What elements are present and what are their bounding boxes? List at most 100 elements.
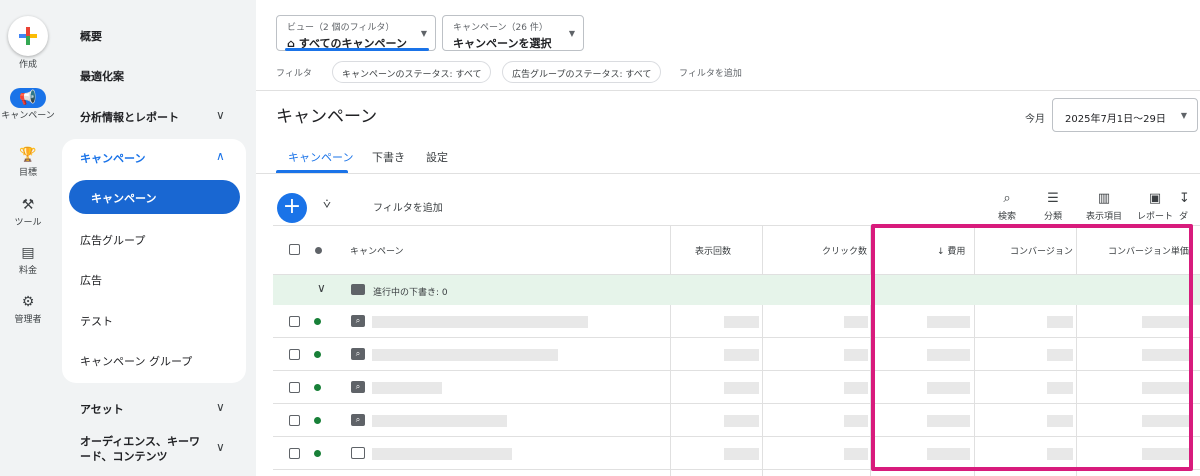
chip-adgroup-status[interactable]: 広告グループのステータス: すべて: [502, 61, 662, 83]
nav-experiments[interactable]: テスト: [80, 313, 113, 329]
row-checkbox[interactable]: [289, 415, 300, 426]
date-range-value: 2025年7月1日〜29日: [1065, 114, 1166, 125]
tool-segment-label: 分類: [1043, 212, 1062, 222]
tab-drafts[interactable]: 下書き: [372, 149, 405, 165]
dropdown-arrow-icon: ▼: [1180, 111, 1187, 120]
view-underline: [285, 48, 429, 51]
status-enabled-dot: [314, 351, 321, 358]
view-caption: ビュー（2 個のフィルタ）: [287, 23, 395, 33]
campaign-name-placeholder: [372, 316, 588, 328]
add-campaign-button[interactable]: +: [277, 193, 307, 223]
nav-group-title[interactable]: キャンペーン: [80, 150, 145, 166]
status-enabled-dot: [314, 450, 321, 457]
segment-icon: ☰: [1047, 191, 1059, 206]
chevron-down-icon[interactable]: ∨: [216, 440, 225, 454]
filter-label: フィルタ: [276, 69, 312, 79]
create-button[interactable]: [8, 16, 48, 56]
col-clicks[interactable]: クリック数: [822, 244, 867, 257]
col-impressions[interactable]: 表示回数: [695, 244, 731, 257]
row-checkbox[interactable]: [289, 316, 300, 327]
campaign-caption: キャンペーン（26 件）: [453, 23, 548, 33]
nav-audiences[interactable]: オーディエンス、キーワード、コンテンツ: [80, 434, 210, 464]
nav-ads[interactable]: 広告: [80, 272, 102, 288]
dropdown-arrow-icon: ▼: [568, 29, 575, 38]
search-icon: ⌕: [351, 348, 365, 360]
rail-label-admin: 管理者: [14, 315, 42, 325]
search-icon: ⌕: [351, 414, 365, 426]
tab-settings[interactable]: 設定: [426, 149, 448, 165]
campaign-name-placeholder: [372, 349, 558, 361]
report-icon: ▣: [1148, 191, 1162, 206]
tool-reports-label: レポート: [1136, 212, 1173, 222]
tool-segment[interactable]: ☰ 分類: [1033, 191, 1073, 222]
row-checkbox[interactable]: [289, 382, 300, 393]
megaphone-icon: 📢: [10, 88, 46, 108]
rail-item-billing[interactable]: ▤ 料金: [0, 243, 56, 277]
cell-placeholder: [844, 316, 868, 328]
period-label: 今月: [1025, 114, 1045, 125]
nav-campaigns-active[interactable]: キャンペーン: [69, 180, 240, 214]
rail-item-goals[interactable]: 🏆 目標: [0, 145, 56, 179]
cell-placeholder: [724, 349, 759, 361]
rail-label-billing: 料金: [18, 266, 37, 276]
columns-icon: ▥: [1097, 191, 1111, 206]
chevron-down-icon[interactable]: ∨: [216, 400, 225, 414]
status-enabled-dot: [314, 417, 321, 424]
nav-campaign-groups[interactable]: キャンペーン グループ: [80, 353, 192, 369]
cell-placeholder: [844, 448, 868, 460]
nav-overview[interactable]: 概要: [80, 28, 102, 44]
date-range-picker[interactable]: 2025年7月1日〜29日 ▼: [1052, 98, 1198, 132]
view-selector[interactable]: ビュー（2 個のフィルタ） ⌂ すべてのキャンペーン ▼: [276, 15, 436, 51]
tool-reports[interactable]: ▣ レポート: [1133, 191, 1177, 222]
campaign-selector[interactable]: キャンペーン（26 件） キャンペーンを選択 ▼: [442, 15, 584, 51]
nav-recommendations[interactable]: 最適化案: [80, 68, 124, 84]
tool-columns-label: 表示項目: [1085, 212, 1122, 222]
campaign-value: キャンペーンを選択: [453, 37, 552, 50]
cell-placeholder: [844, 349, 868, 361]
chevron-up-icon[interactable]: ∧: [216, 149, 225, 163]
tab-campaigns[interactable]: キャンペーン: [288, 149, 353, 165]
chevron-down-icon[interactable]: ∨: [317, 281, 326, 295]
rail-item-campaigns[interactable]: 📢 キャンペーン: [0, 88, 56, 122]
campaign-name-placeholder: [372, 415, 507, 427]
campaign-name-placeholder: [372, 448, 512, 460]
draft-label: 進行中の下書き: 0: [373, 288, 448, 298]
cell-placeholder: [724, 415, 759, 427]
filter-icon[interactable]: ⩒: [323, 197, 331, 212]
nav-ad-groups[interactable]: 広告グループ: [80, 232, 145, 248]
dropdown-arrow-icon: ▼: [420, 29, 427, 38]
rail-label-tools: ツール: [14, 218, 42, 228]
chip-campaign-status[interactable]: キャンペーンのステータス: すべて: [332, 61, 492, 83]
nav-assets[interactable]: アセット: [80, 401, 124, 417]
row-checkbox[interactable]: [289, 349, 300, 360]
select-all-checkbox[interactable]: [289, 244, 300, 255]
table-add-filter[interactable]: フィルタを追加: [373, 199, 443, 214]
chevron-down-icon[interactable]: ∨: [216, 108, 225, 122]
display-icon: [351, 447, 365, 459]
gear-icon: ⚙: [21, 293, 35, 310]
add-filter-link[interactable]: フィルタを追加: [679, 66, 742, 79]
tool-download[interactable]: ↧ ダ: [1179, 191, 1199, 222]
tool-search[interactable]: ⌕ 検索: [987, 191, 1027, 222]
rail-label-goals: 目標: [18, 168, 37, 178]
billing-icon: ▤: [21, 244, 35, 261]
col-campaign[interactable]: キャンペーン: [350, 244, 404, 257]
highlight-annotation: [871, 224, 1193, 471]
cell-placeholder: [844, 415, 868, 427]
status-dot-header: [315, 247, 322, 254]
campaign-name-placeholder: [372, 382, 442, 394]
nav-campaign-group: キャンペーン ∧ 広告グループ 広告 テスト キャンペーン グループ: [62, 139, 246, 383]
nav-insights[interactable]: 分析情報とレポート: [80, 109, 179, 125]
divider: [256, 90, 1200, 91]
tool-columns[interactable]: ▥ 表示項目: [1079, 191, 1129, 222]
cell-placeholder: [724, 448, 759, 460]
page-title: キャンペーン: [276, 107, 378, 127]
tools-icon: ⚒: [21, 196, 35, 213]
plus-icon: [19, 27, 37, 45]
row-checkbox[interactable]: [289, 448, 300, 459]
rail-item-tools[interactable]: ⚒ ツール: [0, 195, 56, 229]
trophy-icon: 🏆: [19, 146, 37, 163]
cell-placeholder: [844, 382, 868, 394]
rail-item-admin[interactable]: ⚙ 管理者: [0, 292, 56, 326]
search-icon: ⌕: [351, 381, 365, 393]
